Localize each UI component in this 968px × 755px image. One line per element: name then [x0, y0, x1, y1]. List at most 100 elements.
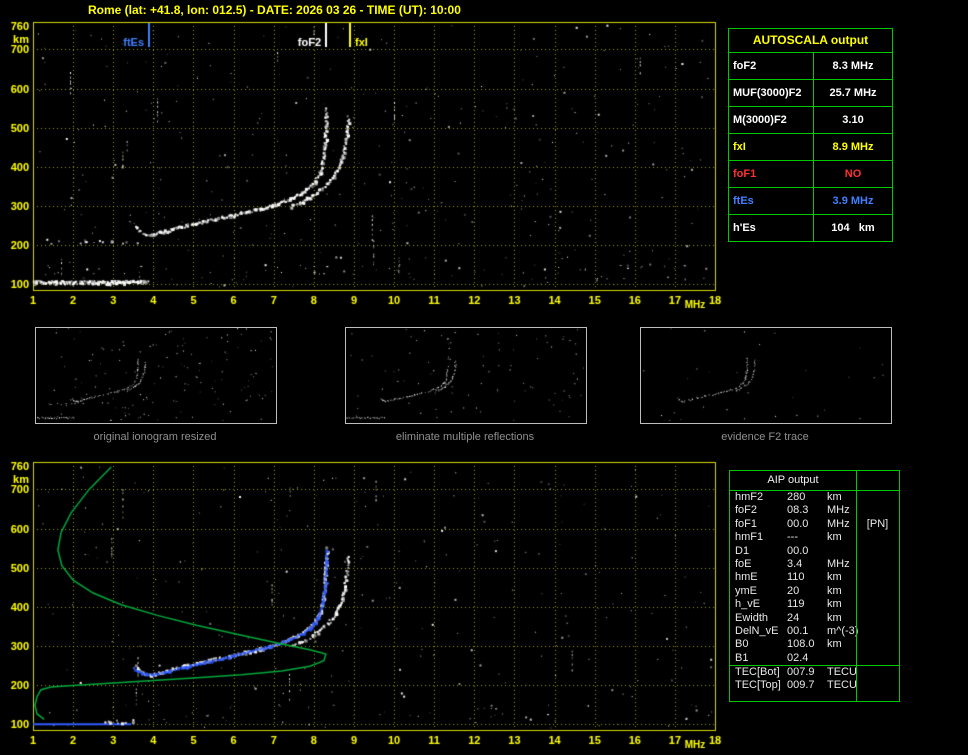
aip-row: hmF1 --- km — [730, 531, 899, 544]
aip-row: foE 3.4 MHz — [730, 558, 899, 571]
bottom-ionogram-canvas — [0, 458, 725, 755]
aip-row: B1 02.4 — [730, 652, 899, 665]
aip-param-label: foF1 — [735, 517, 758, 530]
aip-row: D1 00.0 — [730, 545, 899, 558]
aip-param-note — [856, 652, 899, 665]
aip-param-unit: MHz — [827, 504, 850, 517]
aip-param-note — [856, 612, 899, 625]
aip-param-label: Ewidth — [735, 611, 769, 624]
aip-param-value: 00.1 — [787, 624, 809, 637]
aip-param-note — [856, 638, 899, 651]
aip-param-unit: km — [827, 531, 842, 544]
aip-param-value: 009.7 — [787, 679, 815, 692]
aip-param-note — [856, 545, 899, 558]
aip-param-value: 108.0 — [787, 638, 815, 651]
aip-param-unit: MHz — [827, 517, 850, 530]
aip-note-divider — [856, 471, 857, 701]
aip-param-unit: TECU — [827, 679, 857, 692]
aip-row: Ewidth 24 km — [730, 612, 899, 625]
aip-param-label: hmE — [735, 571, 758, 584]
autoscala-row: MUF(3000)F2 25.7 MHz — [729, 80, 892, 107]
aip-param-note: [PN] — [866, 517, 889, 530]
aip-param-note — [856, 598, 899, 611]
aip-param-value: 280 — [787, 491, 806, 503]
autoscala-row: foF1 NO — [729, 161, 892, 188]
aip-param-label: hmF2 — [735, 491, 764, 503]
aip-param-note — [856, 666, 899, 679]
thumbnail-f2-trace-canvas — [641, 328, 889, 421]
aip-param-note — [856, 679, 899, 692]
aip-param-note — [856, 531, 899, 544]
aip-param-label: B0 — [735, 638, 749, 651]
thumbnail-panel-original — [35, 327, 277, 424]
thumbnail-caption-original: original ionogram resized — [93, 431, 217, 443]
autoscala-param-label: foF2 — [729, 53, 814, 79]
autoscala-param-label: MUF(3000)F2 — [729, 80, 814, 106]
aip-param-label: D1 — [735, 544, 750, 557]
aip-row: h_vE 119 km — [730, 598, 899, 611]
autoscala-row: h'Es 104 km — [729, 215, 892, 241]
aip-param-unit — [827, 545, 856, 558]
autoscala-param-value: 8.9 MHz — [832, 141, 874, 153]
aip-param-unit: km — [827, 611, 842, 624]
aip-param-note — [856, 585, 899, 598]
aip-param-unit: km — [827, 491, 842, 503]
aip-param-label: ymE — [735, 584, 757, 597]
autoscala-output-table: AUTOSCALA output foF2 8.3 MHz MUF(3000)F… — [728, 28, 893, 242]
aip-param-note — [856, 504, 899, 517]
aip-header: AIP output — [730, 471, 899, 491]
aip-param-value: 007.9 — [787, 666, 815, 679]
aip-param-unit — [827, 652, 856, 665]
autoscala-row: M(3000)F2 3.10 — [729, 107, 892, 134]
thumbnail-panel-f2-trace — [640, 327, 892, 424]
aip-param-note — [856, 491, 899, 504]
aip-param-value: 00.0 — [787, 517, 809, 530]
aip-param-value: 02.4 — [787, 651, 809, 664]
thumbnail-original-canvas — [36, 328, 274, 421]
autoscala-param-value: 104 km — [831, 222, 875, 234]
aip-row: foF2 08.3 MHz — [730, 504, 899, 517]
aip-param-unit: km — [827, 571, 842, 584]
aip-row: TEC[Bot] 007.9 TECU — [730, 666, 899, 679]
top-ionogram-canvas — [0, 18, 725, 318]
aip-row: hmF2 280 km — [730, 491, 899, 504]
aip-param-label: hmF1 — [735, 531, 764, 544]
thumbnail-caption-f2-trace: evidence F2 trace — [721, 431, 809, 443]
aip-param-value: 08.3 — [787, 504, 809, 517]
aip-param-value: 24 — [787, 611, 800, 624]
autoscala-param-label: M(3000)F2 — [729, 107, 814, 133]
aip-body: hmF2 280 km foF2 08.3 MHz foF1 00.0 MHz … — [730, 491, 899, 665]
aip-row: hmE 110 km — [730, 571, 899, 584]
autoscala-row: fxI 8.9 MHz — [729, 134, 892, 161]
aip-param-label: TEC[Top] — [735, 679, 781, 692]
station-title: Rome (lat: +41.8, lon: 012.5) - DATE: 20… — [88, 3, 461, 17]
autoscala-param-value: 25.7 MHz — [829, 87, 877, 99]
autoscala-param-value: NO — [844, 168, 862, 180]
aip-param-value: --- — [787, 531, 798, 544]
aip-param-label: foE — [735, 557, 752, 570]
autoscala-param-label: h'Es — [729, 215, 814, 241]
autoscala-param-value: 3.9 MHz — [832, 195, 874, 207]
aip-param-label: DelN_vE — [735, 624, 779, 637]
aip-param-note — [856, 571, 899, 584]
thumbnail-caption-reflections: eliminate multiple reflections — [395, 431, 535, 443]
aip-row: ymE 20 km — [730, 585, 899, 598]
aip-param-label: h_vE — [735, 598, 761, 611]
aip-tec-section: TEC[Bot] 007.9 TECU TEC[Top] 009.7 TECU — [730, 665, 899, 693]
aip-row: B0 108.0 km — [730, 638, 899, 651]
aip-param-unit: km — [827, 598, 842, 611]
aip-param-value: 119 — [787, 598, 805, 611]
autoscala-body: foF2 8.3 MHz MUF(3000)F2 25.7 MHz M(3000… — [729, 53, 892, 241]
aip-param-value: 20 — [787, 584, 800, 597]
aip-param-unit: TECU — [827, 666, 857, 679]
autoscala-param-label: foF1 — [729, 161, 814, 187]
thumbnail-multiple-reflections-canvas — [346, 328, 584, 421]
aip-output-table: AIP output hmF2 280 km foF2 08.3 MHz foF… — [729, 470, 900, 702]
autoscala-param-label: fxI — [729, 134, 814, 160]
aip-row: TEC[Top] 009.7 TECU — [730, 679, 899, 692]
aip-row: foF1 00.0 MHz [PN] — [730, 518, 899, 531]
aip-param-label: B1 — [735, 651, 749, 664]
autoscala-row: ftEs 3.9 MHz — [729, 188, 892, 215]
aip-param-note — [856, 625, 899, 638]
aip-row: DelN_vE 00.1 m^(-3) — [730, 625, 899, 638]
